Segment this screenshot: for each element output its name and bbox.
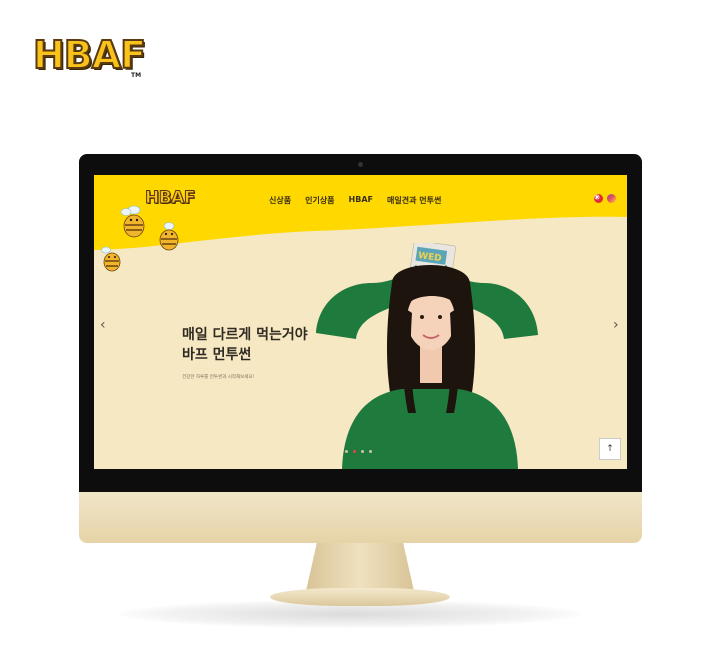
nav-item-popular-products[interactable]: 인기상품: [305, 195, 334, 206]
camera-icon: [358, 162, 363, 167]
website-screen: HBAF 신상품 인기상품 HBAF 매일견과 먼투썬 WED ‹ › 매일 다…: [94, 175, 627, 469]
instagram-icon[interactable]: [594, 194, 616, 203]
headline-line-2: 바프 먼투썬: [182, 347, 252, 363]
nav-item-hbaf[interactable]: HBAF: [349, 195, 373, 206]
slide-dot[interactable]: [369, 450, 372, 453]
arrow-up-icon: ↑: [606, 444, 614, 454]
prev-slide-chevron-icon[interactable]: ‹: [100, 318, 106, 332]
trademark-mark: TM: [131, 72, 142, 79]
hbaf-brand-logo: HBAF TM: [32, 32, 147, 82]
scroll-top-button[interactable]: ↑: [599, 438, 621, 460]
slide-dot[interactable]: [345, 450, 348, 453]
nav-item-daily-nuts[interactable]: 매일견과 먼투썬: [387, 195, 441, 206]
nav-item-new-products[interactable]: 신상품: [269, 195, 291, 206]
slide-indicators: [345, 450, 372, 453]
brand-logo-text: HBAF: [32, 32, 147, 78]
bee-mascots: [101, 205, 179, 272]
next-slide-chevron-icon[interactable]: ›: [613, 318, 619, 332]
social-links: [594, 194, 616, 203]
main-nav: 신상품 인기상품 HBAF 매일견과 먼투썬: [269, 195, 441, 206]
hero-model-image: WED: [316, 243, 538, 469]
headline-line-1: 매일 다르게 먹는거야: [182, 327, 308, 343]
slide-dot[interactable]: [361, 450, 364, 453]
hero-headline: 매일 다르게 먹는거야 바프 먼투썬: [182, 325, 308, 365]
monitor-chin: [79, 492, 642, 543]
hero-subtext: 건강한 하루를 먼투썬과 시작해보세요!: [182, 375, 255, 380]
monitor-stand-neck: [306, 543, 414, 591]
slide-dot[interactable]: [353, 450, 356, 453]
monitor-stand-base: [270, 588, 450, 606]
